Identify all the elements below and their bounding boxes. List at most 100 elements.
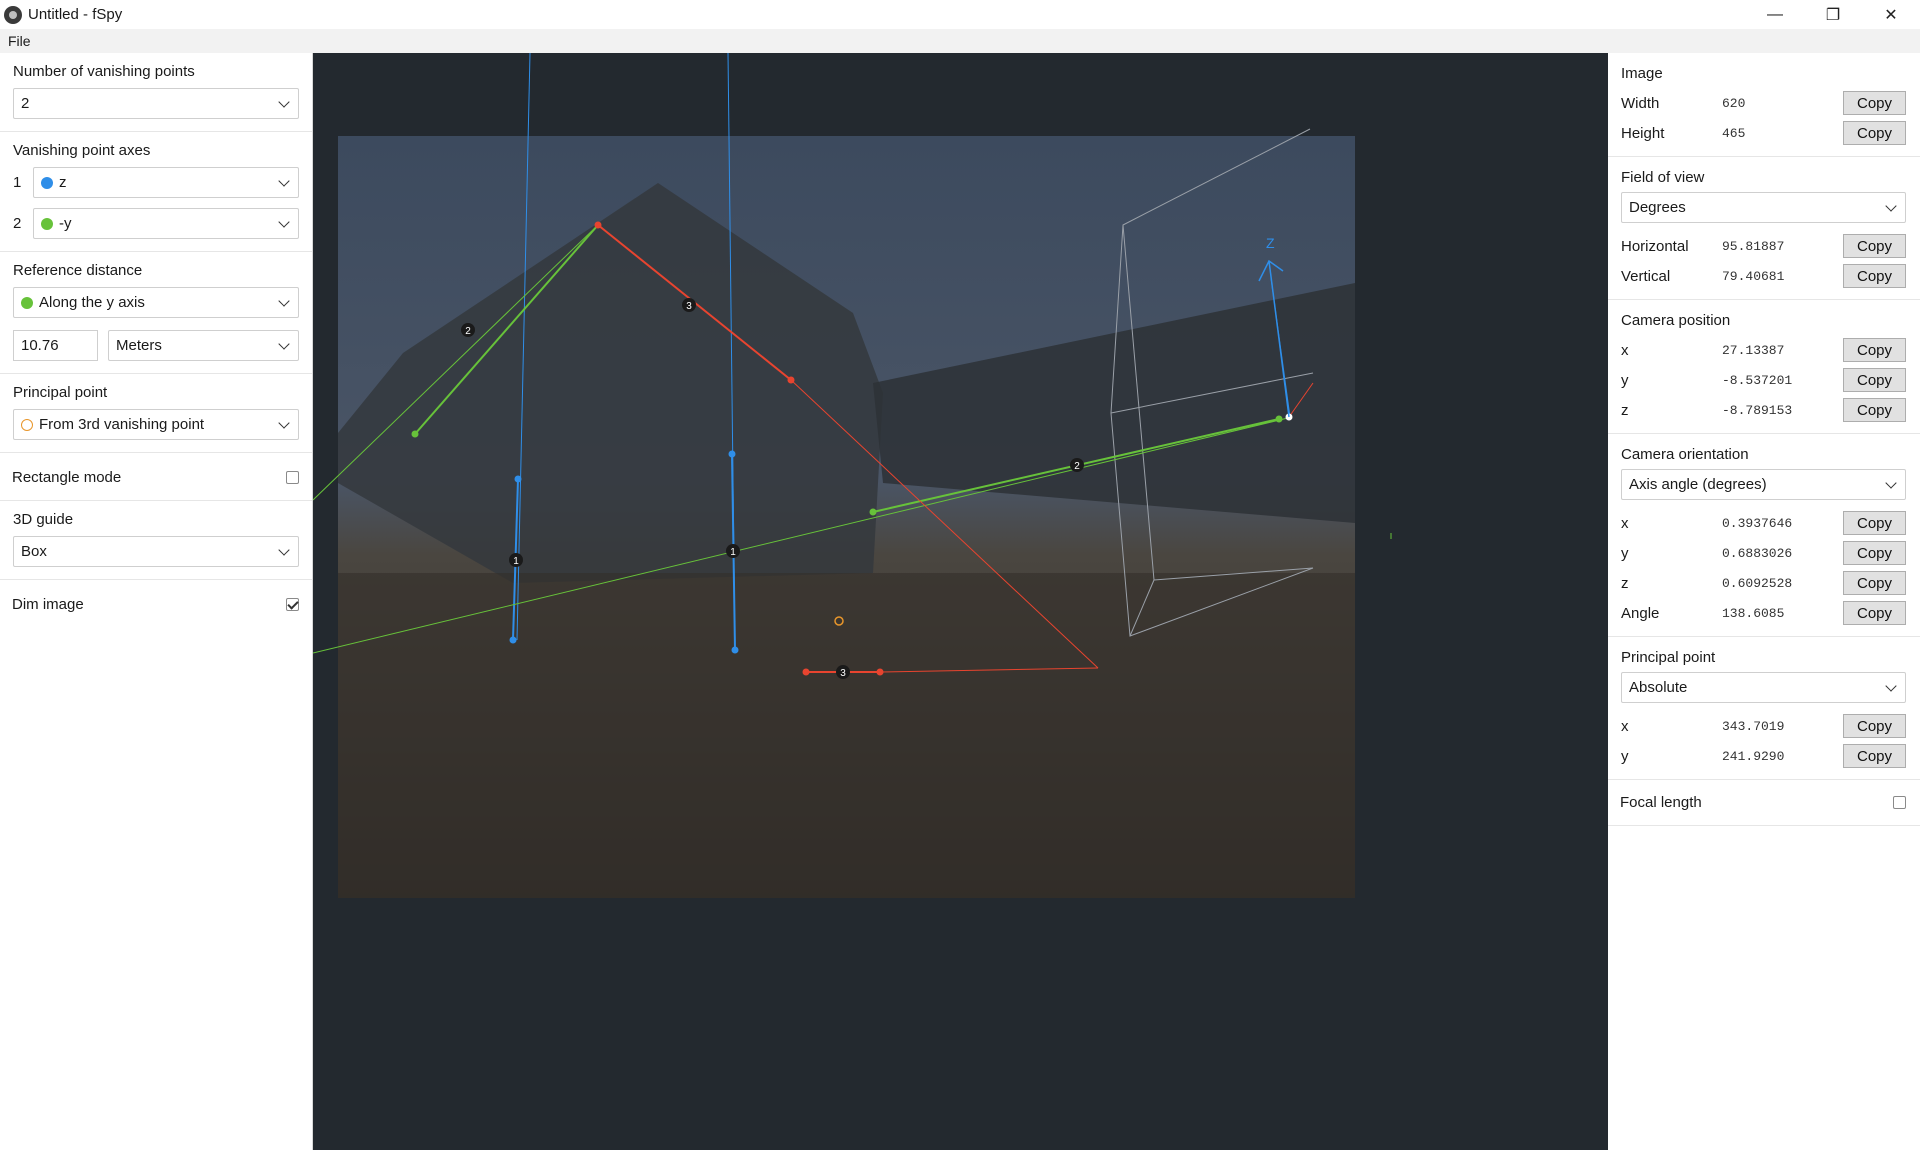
guide-section: 3D guide Box	[0, 501, 312, 580]
copy-button[interactable]: Copy	[1843, 398, 1906, 422]
badge-1b: 1	[726, 544, 740, 558]
blue-handle[interactable]	[514, 475, 522, 483]
window-controls: — ❐ ✕	[1746, 0, 1920, 29]
row-key: y	[1621, 747, 1629, 765]
row-value: 343.7019	[1722, 718, 1785, 734]
orientation-format-select[interactable]: Axis angle (degrees)	[1621, 469, 1906, 500]
row-value: 138.6085	[1722, 605, 1785, 621]
title-bar: Untitled - fSpy — ❐ ✕	[0, 0, 1920, 29]
copy-button[interactable]: Copy	[1843, 744, 1906, 768]
guide-select[interactable]: Box	[13, 536, 299, 567]
reference-distance-axis-select[interactable]: Along the y axis	[13, 287, 299, 318]
principal-point-value: From 3rd vanishing point	[39, 416, 205, 433]
dim-image-label: Dim image	[12, 596, 84, 613]
settings-panel: Number of vanishing points 2 Vanishing p…	[0, 53, 313, 1150]
num-vanishing-points-select[interactable]: 2	[13, 88, 299, 119]
copy-button[interactable]: Copy	[1843, 264, 1906, 288]
blue-handle[interactable]	[509, 636, 517, 644]
maximize-button[interactable]: ❐	[1804, 0, 1862, 29]
copy-button[interactable]: Copy	[1843, 368, 1906, 392]
copy-button[interactable]: Copy	[1843, 234, 1906, 258]
row-key: Horizontal	[1621, 237, 1689, 255]
image-title: Image	[1621, 65, 1663, 82]
chevron-down-icon	[278, 96, 290, 108]
camera-orientation-section: Camera orientation Axis angle (degrees) …	[1608, 434, 1920, 637]
green-handle[interactable]	[1275, 415, 1283, 423]
dim-image-checkbox[interactable]	[286, 598, 299, 611]
red-handle[interactable]	[802, 668, 810, 676]
reference-distance-unit-select[interactable]: Meters	[108, 330, 299, 361]
results-panel: Image Width 620 Copy Height 465 Copy Fie…	[1608, 53, 1920, 1150]
camera-position-z-row: z -8.789153 Copy	[1621, 395, 1906, 425]
minimize-button[interactable]: —	[1746, 0, 1804, 29]
fspy-app-icon	[4, 5, 22, 24]
chevron-down-icon	[278, 417, 290, 429]
svg-text:1: 1	[730, 547, 736, 558]
vp-axis-row-2: 2 -y	[13, 208, 299, 239]
svg-text:3: 3	[840, 668, 846, 679]
red-handle[interactable]	[787, 376, 795, 384]
image-canvas[interactable]: Z 1 1 2 2 3 3	[313, 53, 1608, 1150]
reference-distance-input[interactable]: 10.76	[13, 330, 98, 361]
image-width-row: Width 620 Copy	[1621, 88, 1906, 118]
vp-axis-index: 2	[13, 215, 22, 232]
chevron-down-icon	[278, 175, 290, 187]
copy-button[interactable]: Copy	[1843, 601, 1906, 625]
guide-value: Box	[21, 543, 47, 560]
orientation-y-row: y 0.6883026 Copy	[1621, 538, 1906, 568]
principal-point-x-row: x 343.7019 Copy	[1621, 711, 1906, 741]
row-key: z	[1621, 401, 1629, 419]
row-key: y	[1621, 371, 1629, 389]
reference-distance-axis-value: Along the y axis	[39, 294, 145, 311]
num-vanishing-points-section: Number of vanishing points 2	[0, 53, 312, 132]
chevron-down-icon	[1885, 680, 1897, 692]
reference-distance-section: Reference distance Along the y axis 10.7…	[0, 252, 312, 374]
copy-button[interactable]: Copy	[1843, 571, 1906, 595]
principal-point-select[interactable]: From 3rd vanishing point	[13, 409, 299, 440]
principal-point-result-section: Principal point Absolute x 343.7019 Copy…	[1608, 637, 1920, 780]
row-key: Width	[1621, 94, 1660, 112]
red-handle[interactable]	[876, 668, 884, 676]
vp-axis-1-value: z	[59, 174, 67, 191]
red-handle[interactable]	[594, 221, 602, 229]
beach-shape	[338, 573, 1355, 898]
row-key: Height	[1621, 124, 1665, 142]
fov-unit-select[interactable]: Degrees	[1621, 192, 1906, 223]
focal-length-checkbox[interactable]	[1893, 796, 1906, 809]
copy-button[interactable]: Copy	[1843, 714, 1906, 738]
green-handle[interactable]	[869, 508, 877, 516]
rectangle-mode-checkbox[interactable]	[286, 471, 299, 484]
chevron-down-icon	[1885, 200, 1897, 212]
menu-file[interactable]: File	[0, 33, 39, 49]
chevron-down-icon	[278, 216, 290, 228]
chevron-down-icon	[278, 295, 290, 307]
vp-axis-1-select[interactable]: z	[33, 167, 299, 198]
copy-button[interactable]: Copy	[1843, 541, 1906, 565]
copy-button[interactable]: Copy	[1843, 121, 1906, 145]
green-handle[interactable]	[411, 430, 419, 438]
camera-position-x-row: x 27.13387 Copy	[1621, 335, 1906, 365]
focal-length-row: Focal length	[1608, 780, 1920, 826]
principal-point-section: Principal point From 3rd vanishing point	[0, 374, 312, 453]
vp-axis-index: 1	[13, 174, 22, 191]
row-value: 79.40681	[1722, 268, 1785, 284]
copy-button[interactable]: Copy	[1843, 91, 1906, 115]
blue-handle[interactable]	[728, 450, 736, 458]
copy-button[interactable]: Copy	[1843, 338, 1906, 362]
row-value: -8.537201	[1722, 372, 1793, 388]
chevron-down-icon	[278, 544, 290, 556]
blue-handle[interactable]	[731, 646, 739, 654]
copy-button[interactable]: Copy	[1843, 511, 1906, 535]
fov-section: Field of view Degrees Horizontal 95.8188…	[1608, 157, 1920, 300]
close-button[interactable]: ✕	[1862, 0, 1920, 29]
row-value: 0.6092528	[1722, 575, 1793, 591]
row-value: 0.6883026	[1722, 545, 1793, 561]
camera-position-section: Camera position x 27.13387 Copy y -8.537…	[1608, 300, 1920, 434]
focal-length-label: Focal length	[1620, 794, 1702, 811]
principal-point-format-select[interactable]: Absolute	[1621, 672, 1906, 703]
vp-axis-2-select[interactable]: -y	[33, 208, 299, 239]
num-vanishing-points-value: 2	[21, 95, 30, 112]
principal-point-label: Principal point	[13, 384, 108, 401]
window-title: Untitled - fSpy	[28, 6, 123, 23]
blue-dot-icon	[41, 176, 53, 189]
